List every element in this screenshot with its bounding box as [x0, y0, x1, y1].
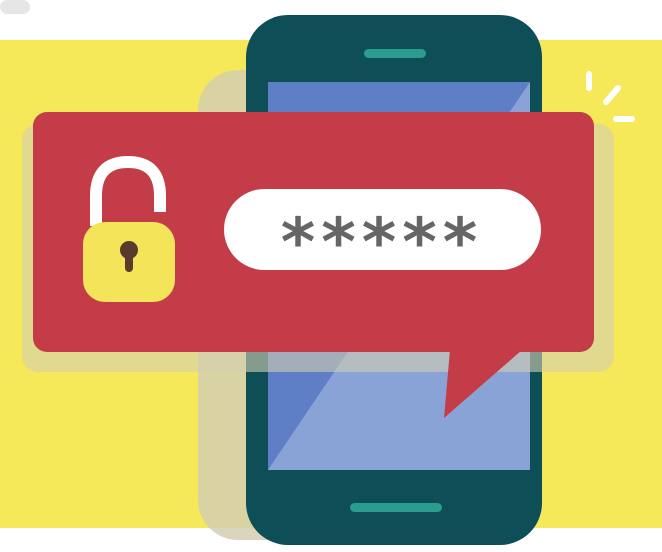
phone-earpiece: [364, 49, 426, 58]
password-masked-value: *****: [281, 204, 484, 281]
illustration-canvas: *****: [0, 0, 662, 552]
password-illustration: *****: [0, 0, 662, 545]
password-field[interactable]: *****: [224, 189, 541, 281]
phone-home-bar: [350, 503, 442, 512]
corner-tab: [0, 0, 30, 14]
